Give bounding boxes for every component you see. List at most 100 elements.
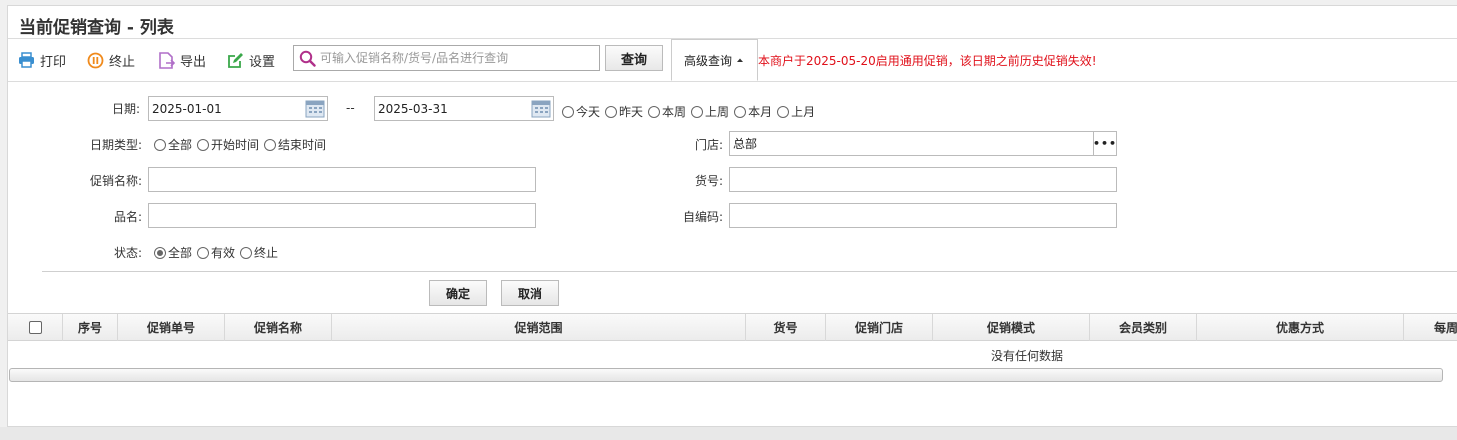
select-all-cell — [8, 314, 63, 341]
stop-label: 终止 — [109, 54, 136, 70]
product-name-field[interactable] — [148, 203, 536, 228]
caret-up-icon — [737, 58, 743, 62]
radio-last-month[interactable]: 上月 — [777, 103, 815, 120]
divider — [42, 271, 1457, 272]
radio-label: 结束时间 — [278, 138, 327, 152]
radio-circle — [734, 105, 747, 118]
item-no-field[interactable] — [729, 167, 1117, 192]
radio-label: 全部 — [168, 138, 193, 152]
settings-label: 设置 — [249, 54, 276, 70]
radio-label: 上月 — [791, 105, 816, 119]
radio-label: 本周 — [662, 105, 687, 119]
store-field[interactable]: 总部 ••• — [729, 131, 1117, 156]
toolbar: 打印 终止 导出 设置 查询 高级查询 本商户于2025-05-20启用通用促销… — [8, 39, 1457, 82]
column-header[interactable]: 促销模式 — [933, 314, 1090, 341]
radio-date-type-all[interactable]: 全部 — [154, 136, 192, 153]
page-frame: 当前促销查询 - 列表 打印 终止 导出 设置 查询 高级查询 本商户于2025… — [7, 5, 1457, 427]
horizontal-scrollbar[interactable] — [9, 368, 1443, 382]
product-name-label: 品名: — [114, 210, 143, 224]
search-box — [293, 45, 600, 71]
date-to-field[interactable]: 2025-03-31 — [374, 96, 554, 121]
radio-circle-checked — [154, 246, 166, 259]
search-input[interactable] — [316, 51, 599, 65]
self-code-label: 自编码: — [683, 210, 724, 224]
store-label: 门店: — [695, 138, 724, 152]
query-button[interactable]: 查询 — [605, 45, 663, 71]
radio-circle — [648, 105, 661, 118]
self-code-field[interactable] — [729, 203, 1117, 228]
radio-label: 昨天 — [619, 105, 644, 119]
radio-label: 开始时间 — [211, 138, 260, 152]
radio-this-month[interactable]: 本月 — [734, 103, 772, 120]
empty-text: 没有任何数据 — [991, 349, 1064, 363]
column-header[interactable]: 促销单号 — [118, 314, 225, 341]
select-all-checkbox[interactable] — [28, 321, 42, 334]
radio-circle — [154, 138, 166, 151]
export-icon — [159, 51, 175, 69]
item-no-label: 货号: — [695, 174, 724, 188]
radio-label: 上周 — [705, 105, 730, 119]
radio-status-valid[interactable]: 有效 — [197, 244, 235, 261]
radio-circle — [264, 138, 277, 151]
date-separator: -- — [346, 101, 355, 115]
calendar-icon[interactable] — [305, 99, 325, 118]
radio-today[interactable]: 今天 — [562, 103, 600, 120]
radio-yesterday[interactable]: 昨天 — [605, 103, 643, 120]
edit-icon — [228, 52, 243, 68]
date-type-group: 全部 开始时间 结束时间 — [154, 136, 331, 153]
settings-button[interactable]: 设置 — [227, 50, 275, 70]
store-value: 总部 — [733, 137, 758, 151]
empty-row: 没有任何数据 — [8, 342, 1457, 368]
store-picker-button[interactable]: ••• — [1093, 131, 1117, 156]
export-label: 导出 — [180, 54, 207, 70]
radio-status-all[interactable]: 全部 — [154, 244, 192, 261]
radio-circle — [777, 105, 790, 118]
status-group: 全部 有效 终止 — [154, 244, 283, 261]
printer-icon — [19, 52, 34, 68]
print-button[interactable]: 打印 — [18, 50, 66, 70]
radio-label: 全部 — [168, 246, 193, 260]
radio-last-week[interactable]: 上周 — [691, 103, 729, 120]
export-button[interactable]: 导出 — [158, 50, 206, 70]
radio-status-stopped[interactable]: 终止 — [240, 244, 278, 261]
column-header[interactable]: 会员类别 — [1090, 314, 1197, 341]
radio-date-type-start[interactable]: 开始时间 — [197, 136, 259, 153]
column-header[interactable]: 每周 — [1404, 314, 1457, 341]
promo-name-field[interactable] — [148, 167, 536, 192]
date-label: 日期: — [112, 102, 141, 116]
radio-circle — [197, 138, 210, 151]
column-header[interactable]: 序号 — [63, 314, 118, 341]
promo-name-label: 促销名称: — [90, 174, 143, 188]
grid-header: 序号 促销单号 促销名称 促销范围 货号 促销门店 促销模式 会员类别 优惠方式… — [8, 313, 1457, 341]
date-to-value: 2025-03-31 — [378, 101, 448, 116]
column-header[interactable]: 促销门店 — [826, 314, 933, 341]
page-title: 当前促销查询 - 列表 — [19, 18, 174, 38]
column-header[interactable]: 优惠方式 — [1197, 314, 1404, 341]
radio-label: 本月 — [748, 105, 773, 119]
radio-circle — [605, 105, 618, 118]
stop-button[interactable]: 终止 — [87, 50, 135, 70]
confirm-button[interactable]: 确定 — [429, 280, 487, 306]
title-bar: 当前促销查询 - 列表 — [8, 6, 1457, 39]
column-header[interactable]: 促销名称 — [225, 314, 332, 341]
date-from-field[interactable]: 2025-01-01 — [148, 96, 328, 121]
notice-text: 本商户于2025-05-20启用通用促销，该日期之前历史促销失效! — [758, 54, 1097, 68]
date-from-value: 2025-01-01 — [152, 101, 222, 116]
advanced-search-label: 高级查询 — [683, 53, 732, 68]
status-label: 状态: — [114, 246, 143, 260]
calendar-icon[interactable] — [531, 99, 551, 118]
bottom-strip — [0, 427, 1457, 440]
pause-icon — [87, 52, 104, 68]
advanced-search-tab[interactable]: 高级查询 — [671, 39, 758, 81]
date-quick-group: 今天 昨天 本周 上周 本月 上月 — [562, 103, 820, 120]
column-header[interactable]: 货号 — [746, 314, 826, 341]
search-icon — [299, 50, 316, 67]
radio-label: 有效 — [211, 246, 236, 260]
radio-circle — [562, 105, 574, 118]
column-header[interactable]: 促销范围 — [332, 314, 746, 341]
print-label: 打印 — [40, 54, 67, 70]
radio-this-week[interactable]: 本周 — [648, 103, 686, 120]
date-type-label: 日期类型: — [90, 138, 143, 152]
cancel-button[interactable]: 取消 — [501, 280, 559, 306]
radio-date-type-end[interactable]: 结束时间 — [264, 136, 326, 153]
